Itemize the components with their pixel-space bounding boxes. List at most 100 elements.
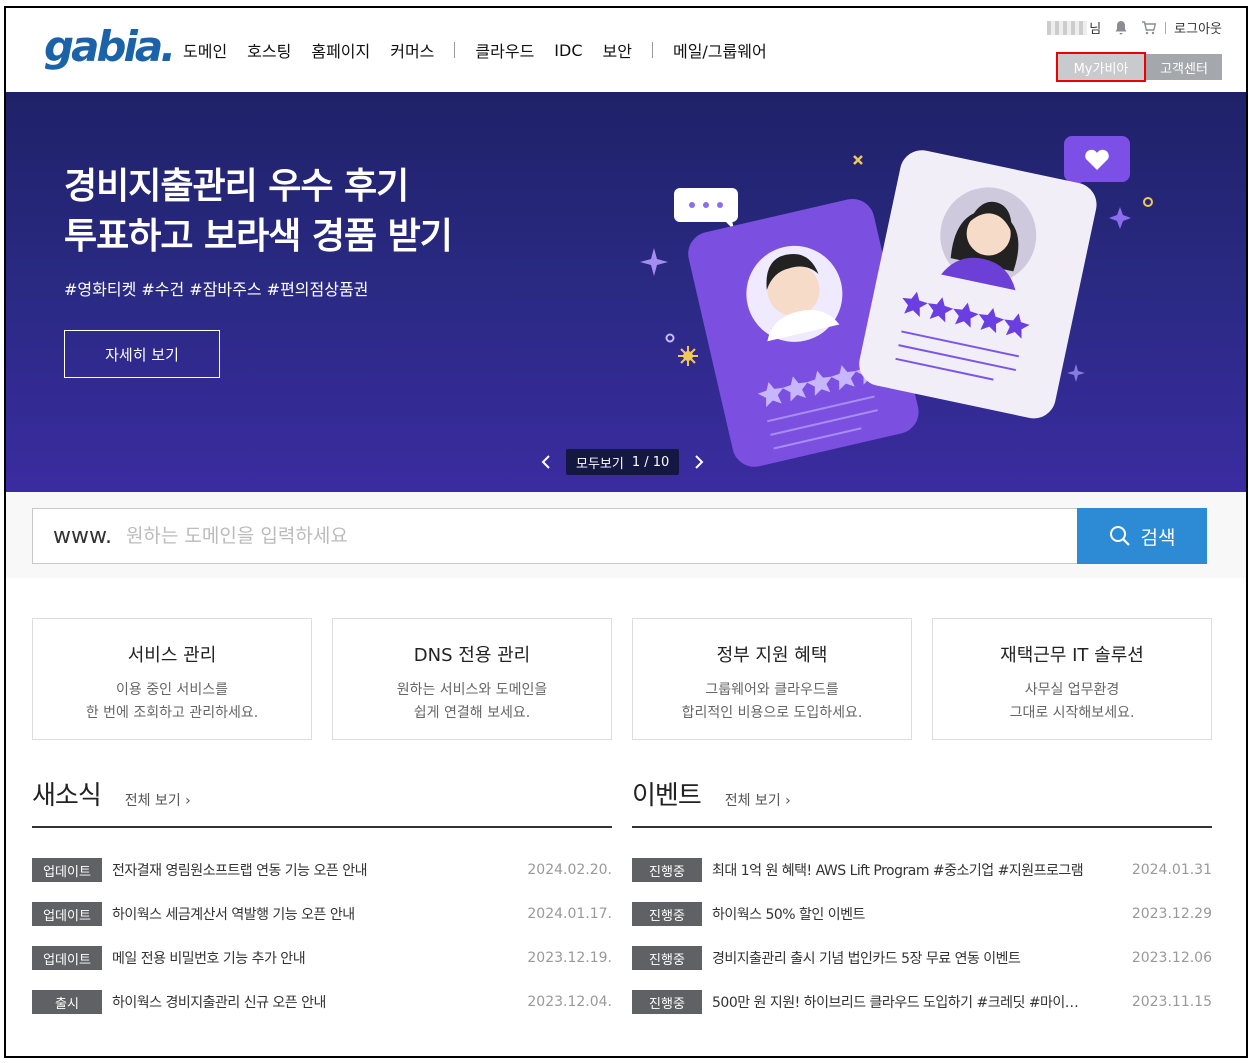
news-item-title[interactable]: 전자결재 영림원소프트랩 연동 기능 오픈 안내 (112, 860, 515, 880)
news-item-date: 2023.12.04. (527, 994, 612, 1010)
chat-bubble-icon (674, 188, 738, 230)
news-list: 업데이트 전자결재 영림원소프트랩 연동 기능 오픈 안내 2024.02.20… (32, 848, 612, 1024)
star-sparkle-icon (1067, 364, 1085, 382)
card-desc: 원하는 서비스와 도메인을 쉽게 연결해 보세요. (333, 679, 611, 725)
pager-view-all[interactable]: 모두보기 1 / 10 (566, 449, 680, 475)
event-item[interactable]: 진행중 하이웍스 50% 할인 이벤트 2023.12.29 (632, 892, 1212, 936)
top-utility: 님 로그아웃 (1047, 18, 1222, 37)
dot-icon (1143, 197, 1153, 207)
logout-link[interactable]: 로그아웃 (1174, 18, 1222, 37)
pager-count: 1 / 10 (631, 454, 670, 470)
banner-title: 경비지출관리 우수 후기 투표하고 보라색 경품 받기 (64, 162, 453, 262)
user-name-masked (1047, 20, 1088, 35)
cart-icon[interactable] (1141, 20, 1157, 36)
events-list: 진행중 최대 1억 원 혜택! AWS Lift Program #중소기업 #… (632, 848, 1212, 1024)
chevron-left-icon (541, 455, 550, 469)
nav-mail-groupware[interactable]: 메일/그룹웨어 (673, 38, 767, 62)
card-title: 재택근무 IT 솔루션 (1000, 645, 1144, 666)
events-view-all-link[interactable]: 전체 보기 › (725, 790, 791, 810)
customer-center-button[interactable]: 고객센터 (1146, 54, 1222, 80)
review-card-white (859, 150, 1097, 419)
event-item-title[interactable]: 최대 1억 원 혜택! AWS Lift Program #중소기업 #지원프로… (712, 860, 1120, 880)
news-badge: 업데이트 (32, 858, 102, 882)
card-title: 정부 지원 혜택 (716, 645, 828, 666)
nav-commerce[interactable]: 커머스 (390, 38, 434, 62)
domain-search-input[interactable] (125, 509, 1077, 563)
nav-cloud[interactable]: 클라우드 (475, 38, 534, 62)
card-desc-line: 그대로 시작해보세요. (1009, 705, 1135, 721)
card-desc-line: 원하는 서비스와 도메인을 (396, 682, 548, 698)
news-title: 새소식 (32, 781, 102, 811)
search-icon (1109, 526, 1130, 546)
event-item-date: 2023.12.29 (1131, 906, 1212, 922)
gabia-logo[interactable]: gabia. (44, 22, 176, 71)
card-desc-line: 쉽게 연결해 보세요. (413, 705, 531, 721)
news-item[interactable]: 업데이트 하이웍스 세금계산서 역발행 기능 오픈 안내 2024.01.17. (32, 892, 612, 936)
service-cards: 서비스 관리 이용 중인 서비스를 한 번에 조회하고 관리하세요. DNS 전… (32, 618, 1212, 740)
card-desc: 사무실 업무환경 그대로 시작해보세요. (933, 679, 1211, 725)
sparkle-icon (853, 155, 863, 165)
news-item-title[interactable]: 하이웍스 경비지출관리 신규 오픈 안내 (112, 992, 515, 1012)
banner-pager: 모두보기 1 / 10 (536, 449, 709, 475)
nav-domain[interactable]: 도메인 (183, 38, 227, 62)
card-government-support[interactable]: 정부 지원 혜택 그룹웨어와 클라우드를 합리적인 비용으로 도입하세요. (632, 618, 912, 740)
card-desc-line: 합리적인 비용으로 도입하세요. (681, 705, 863, 721)
pager-next-button[interactable] (689, 452, 709, 472)
hero-banner: 경비지출관리 우수 후기 투표하고 보라색 경품 받기 #영화티켓 #수건 #잠… (6, 92, 1246, 492)
my-gabia-button[interactable]: My가비아 (1056, 52, 1146, 82)
event-badge: 진행중 (632, 858, 702, 882)
event-item-title[interactable]: 하이웍스 50% 할인 이벤트 (712, 904, 1120, 924)
news-item-date: 2024.01.17. (527, 906, 612, 922)
news-item[interactable]: 출시 하이웍스 경비지출관리 신규 오픈 안내 2023.12.04. (32, 980, 612, 1024)
card-desc: 그룹웨어와 클라우드를 합리적인 비용으로 도입하세요. (633, 679, 911, 725)
news-badge: 업데이트 (32, 946, 102, 970)
event-badge: 진행중 (632, 946, 702, 970)
search-button[interactable]: 검색 (1077, 508, 1207, 564)
nav-idc[interactable]: IDC (554, 41, 582, 60)
search-button-label: 검색 (1140, 526, 1176, 549)
news-badge: 출시 (32, 990, 102, 1014)
news-badge: 업데이트 (32, 902, 102, 926)
event-badge: 진행중 (632, 990, 702, 1014)
star-sparkle-icon (1109, 207, 1131, 229)
news-item[interactable]: 업데이트 메일 전용 비밀번호 기능 추가 안내 2023.12.19. (32, 936, 612, 980)
card-desc-line: 이용 중인 서비스를 (116, 682, 228, 698)
news-view-all-link[interactable]: 전체 보기 › (125, 790, 191, 810)
user-suffix: 님 (1089, 22, 1102, 37)
domain-search-box: www. (32, 508, 1078, 564)
header-buttons: My가비아 고객센터 (1056, 52, 1222, 82)
event-item[interactable]: 진행중 500만 원 지원! 하이브리드 클라우드 도입하기 #크레딧 #마이…… (632, 980, 1212, 1024)
page-frame: gabia. 도메인 호스팅 홈페이지 커머스 클라우드 IDC 보안 메일/그… (4, 6, 1248, 1058)
card-remote-work[interactable]: 재택근무 IT 솔루션 사무실 업무환경 그대로 시작해보세요. (932, 618, 1212, 740)
news-item-title[interactable]: 메일 전용 비밀번호 기능 추가 안내 (112, 948, 515, 968)
news-item-date: 2023.12.19. (527, 950, 612, 966)
events-section: 이벤트 전체 보기 › 진행중 최대 1억 원 혜택! AWS Lift Pro… (632, 780, 1212, 1024)
card-desc-line: 사무실 업무환경 (1024, 682, 1120, 698)
bell-icon[interactable] (1113, 20, 1129, 36)
news-item-date: 2024.02.20. (527, 862, 612, 878)
util-divider (1165, 21, 1167, 34)
card-title: 서비스 관리 (127, 645, 217, 666)
event-item[interactable]: 진행중 경비지출관리 출시 기념 법인카드 5장 무료 연동 이벤트 2023.… (632, 936, 1212, 980)
pager-prev-button[interactable] (536, 452, 556, 472)
event-item-title[interactable]: 500만 원 지원! 하이브리드 클라우드 도입하기 #크레딧 #마이… (712, 992, 1120, 1012)
card-service-management[interactable]: 서비스 관리 이용 중인 서비스를 한 번에 조회하고 관리하세요. (32, 618, 312, 740)
banner-tags: #영화티켓 #수건 #잠바주스 #편의점상품권 (64, 280, 369, 299)
banner-detail-button[interactable]: 자세히 보기 (64, 330, 220, 378)
main-nav: 도메인 호스팅 홈페이지 커머스 클라우드 IDC 보안 메일/그룹웨어 (183, 38, 787, 62)
star-sparkle-icon (640, 248, 668, 276)
event-badge: 진행중 (632, 902, 702, 926)
domain-search-area: www. 검색 (6, 492, 1246, 578)
review-cards-illustration (640, 136, 1153, 467)
event-item[interactable]: 진행중 최대 1억 원 혜택! AWS Lift Program #중소기업 #… (632, 848, 1212, 892)
nav-security[interactable]: 보안 (603, 38, 632, 62)
news-item-title[interactable]: 하이웍스 세금계산서 역발행 기능 오픈 안내 (112, 904, 515, 924)
nav-hosting[interactable]: 호스팅 (247, 38, 291, 62)
card-desc-line: 그룹웨어와 클라우드를 (705, 682, 839, 698)
card-dns-management[interactable]: DNS 전용 관리 원하는 서비스와 도메인을 쉽게 연결해 보세요. (332, 618, 612, 740)
event-item-title[interactable]: 경비지출관리 출시 기념 법인카드 5장 무료 연동 이벤트 (712, 948, 1120, 968)
nav-homepage[interactable]: 홈페이지 (311, 38, 370, 62)
news-item[interactable]: 업데이트 전자결재 영림원소프트랩 연동 기능 오픈 안내 2024.02.20… (32, 848, 612, 892)
card-title: DNS 전용 관리 (413, 645, 531, 666)
events-title: 이벤트 (632, 781, 702, 811)
